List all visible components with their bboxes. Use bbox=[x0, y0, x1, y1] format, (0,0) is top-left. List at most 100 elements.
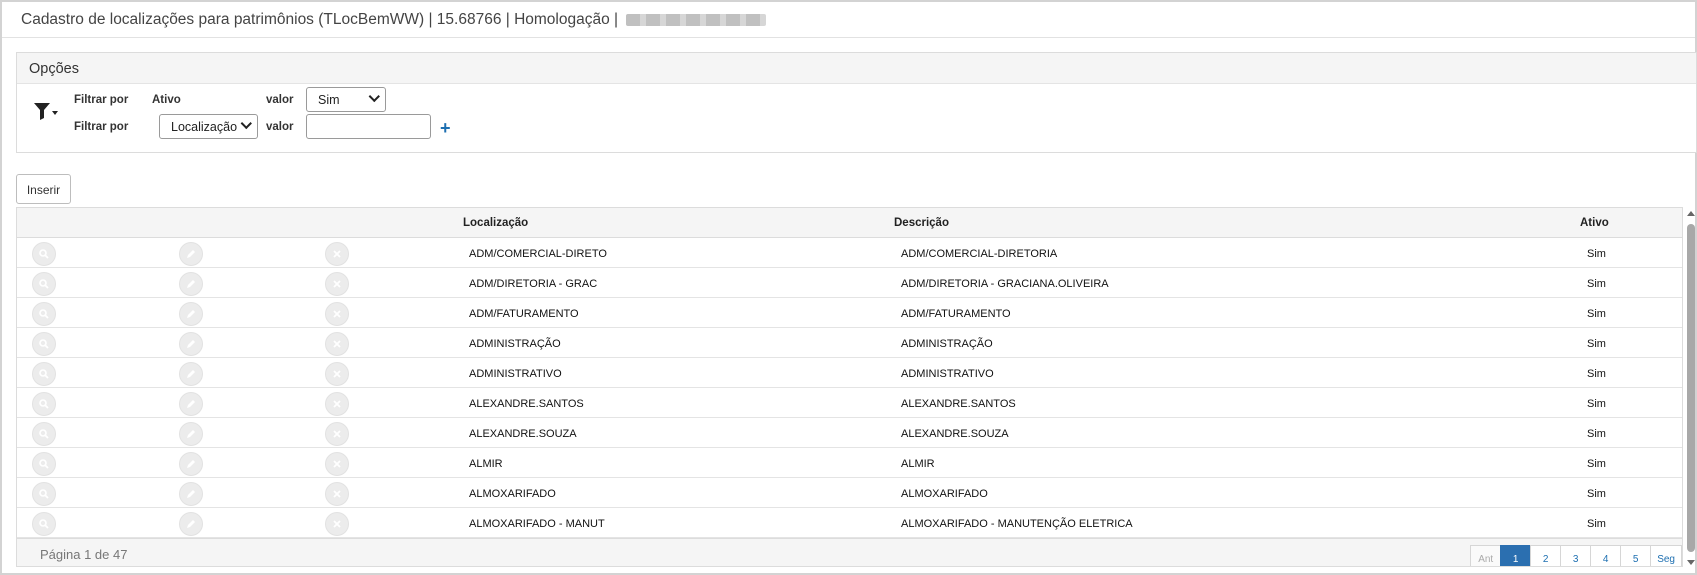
edit-icon[interactable] bbox=[179, 272, 203, 296]
cell-ativo: Sim bbox=[1587, 308, 1606, 320]
view-icon[interactable] bbox=[32, 392, 56, 416]
table-row[interactable]: ADM/COMERCIAL-DIRETO ADM/COMERCIAL-DIRETO… bbox=[17, 238, 1682, 268]
value-label: valor bbox=[266, 94, 294, 106]
options-header[interactable]: Opções bbox=[17, 53, 1696, 84]
column-header-localizacao[interactable]: Localização bbox=[463, 217, 528, 229]
filter-field-select[interactable]: Localização bbox=[159, 114, 258, 139]
pagination: Ant 1 2 3 4 5 Seg bbox=[1470, 545, 1682, 566]
edit-icon[interactable] bbox=[179, 302, 203, 326]
table-row[interactable]: ADM/DIRETORIA - GRAC ADM/DIRETORIA - GRAC… bbox=[17, 268, 1682, 298]
delete-icon[interactable] bbox=[325, 482, 349, 506]
filter-value-input[interactable] bbox=[306, 114, 431, 139]
edit-icon[interactable] bbox=[179, 482, 203, 506]
cell-localizacao: ADMINISTRATIVO bbox=[469, 368, 562, 380]
value-label: valor bbox=[266, 121, 294, 133]
vertical-scrollbar[interactable] bbox=[1685, 208, 1697, 568]
page-button-5[interactable]: 5 bbox=[1620, 545, 1652, 566]
view-icon[interactable] bbox=[32, 452, 56, 476]
table-row[interactable]: ADMINISTRAÇÃO ADMINISTRAÇÃO Sim bbox=[17, 328, 1682, 358]
cell-descricao: ALMOXARIFADO - MANUTENÇÃO ELETRICA bbox=[901, 518, 1133, 530]
cell-descricao: ADMINISTRATIVO bbox=[901, 368, 994, 380]
table-row[interactable]: ALMIR ALMIR Sim bbox=[17, 448, 1682, 478]
page-button-3[interactable]: 3 bbox=[1560, 545, 1592, 566]
edit-icon[interactable] bbox=[179, 332, 203, 356]
delete-icon[interactable] bbox=[325, 392, 349, 416]
page-button-2[interactable]: 2 bbox=[1530, 545, 1562, 566]
cell-ativo: Sim bbox=[1587, 278, 1606, 290]
plus-icon[interactable]: + bbox=[440, 118, 451, 139]
cell-localizacao: ADM/COMERCIAL-DIRETO bbox=[469, 248, 607, 260]
view-icon[interactable] bbox=[32, 272, 56, 296]
table-row[interactable]: ALMOXARIFADO ALMOXARIFADO Sim bbox=[17, 478, 1682, 508]
delete-icon[interactable] bbox=[325, 452, 349, 476]
view-icon[interactable] bbox=[32, 482, 56, 506]
table-row[interactable]: ADM/FATURAMENTO ADM/FATURAMENTO Sim bbox=[17, 298, 1682, 328]
view-icon[interactable] bbox=[32, 362, 56, 386]
cell-localizacao: ADM/DIRETORIA - GRAC bbox=[469, 278, 598, 290]
edit-icon[interactable] bbox=[179, 512, 203, 536]
cell-ativo: Sim bbox=[1587, 338, 1606, 350]
cell-localizacao: ALMOXARIFADO bbox=[469, 488, 556, 500]
cell-descricao: ADM/FATURAMENTO bbox=[901, 308, 1011, 320]
data-grid: Localização Descrição Ativo ADM/COMERCIA… bbox=[16, 207, 1683, 567]
redacted-text bbox=[626, 13, 767, 26]
filter-row-1: Filtrar por Ativo valor Sim bbox=[74, 87, 386, 113]
delete-icon[interactable] bbox=[325, 332, 349, 356]
edit-icon[interactable] bbox=[179, 452, 203, 476]
chevron-down-icon bbox=[240, 117, 252, 130]
delete-icon[interactable] bbox=[325, 242, 349, 266]
scroll-down-icon[interactable] bbox=[1687, 560, 1695, 565]
view-icon[interactable] bbox=[32, 242, 56, 266]
delete-icon[interactable] bbox=[325, 272, 349, 296]
cell-ativo: Sim bbox=[1587, 458, 1606, 470]
chevron-down-icon bbox=[368, 90, 380, 103]
cell-localizacao: ALMIR bbox=[469, 458, 503, 470]
filter-row-2: Filtrar por Localização valor + bbox=[74, 114, 474, 140]
insert-button[interactable]: Inserir bbox=[16, 174, 71, 204]
delete-icon[interactable] bbox=[325, 302, 349, 326]
edit-icon[interactable] bbox=[179, 242, 203, 266]
view-icon[interactable] bbox=[32, 302, 56, 326]
prev-page-button[interactable]: Ant bbox=[1470, 545, 1502, 566]
options-panel: Opções Filtrar por Ativo valor Sim Filtr… bbox=[16, 52, 1697, 153]
table-row[interactable]: ALMOXARIFADO - MANUT ALMOXARIFADO - MANUT… bbox=[17, 508, 1682, 538]
cell-ativo: Sim bbox=[1587, 428, 1606, 440]
table-row[interactable]: ALEXANDRE.SOUZA ALEXANDRE.SOUZA Sim bbox=[17, 418, 1682, 448]
edit-icon[interactable] bbox=[179, 422, 203, 446]
cell-ativo: Sim bbox=[1587, 488, 1606, 500]
next-page-button[interactable]: Seg bbox=[1650, 545, 1682, 566]
page-button-1[interactable]: 1 bbox=[1500, 545, 1532, 566]
view-icon[interactable] bbox=[32, 422, 56, 446]
cell-descricao: ALEXANDRE.SANTOS bbox=[901, 398, 1016, 410]
scroll-thumb[interactable] bbox=[1687, 224, 1695, 552]
delete-icon[interactable] bbox=[325, 512, 349, 536]
cell-ativo: Sim bbox=[1587, 248, 1606, 260]
cell-ativo: Sim bbox=[1587, 368, 1606, 380]
delete-icon[interactable] bbox=[325, 362, 349, 386]
cell-ativo: Sim bbox=[1587, 518, 1606, 530]
scroll-up-icon[interactable] bbox=[1687, 211, 1695, 216]
page-info: Página 1 de 47 bbox=[40, 547, 128, 562]
table-row[interactable]: ALEXANDRE.SANTOS ALEXANDRE.SANTOS Sim bbox=[17, 388, 1682, 418]
delete-icon[interactable] bbox=[325, 422, 349, 446]
cell-descricao: ALMOXARIFADO bbox=[901, 488, 988, 500]
filter-icon[interactable] bbox=[33, 101, 59, 121]
ativo-value-select[interactable]: Sim bbox=[306, 87, 386, 112]
page-button-4[interactable]: 4 bbox=[1590, 545, 1622, 566]
cell-descricao: ALEXANDRE.SOUZA bbox=[901, 428, 1009, 440]
window-title-bar: Cadastro de localizações para patrimônio… bbox=[2, 2, 1695, 38]
view-icon[interactable] bbox=[32, 512, 56, 536]
view-icon[interactable] bbox=[32, 332, 56, 356]
table-row[interactable]: ADMINISTRATIVO ADMINISTRATIVO Sim bbox=[17, 358, 1682, 388]
window-title: Cadastro de localizações para patrimônio… bbox=[21, 11, 619, 28]
cell-descricao: ADMINISTRAÇÃO bbox=[901, 338, 993, 350]
column-header-ativo[interactable]: Ativo bbox=[1580, 217, 1609, 229]
cell-localizacao: ADM/FATURAMENTO bbox=[469, 308, 579, 320]
edit-icon[interactable] bbox=[179, 362, 203, 386]
column-header-descricao[interactable]: Descrição bbox=[894, 217, 949, 229]
edit-icon[interactable] bbox=[179, 392, 203, 416]
cell-descricao: ALMIR bbox=[901, 458, 935, 470]
filter-field-ativo: Ativo bbox=[152, 94, 181, 106]
filter-label: Filtrar por bbox=[74, 94, 129, 106]
grid-footer: Página 1 de 47 Ant 1 2 3 4 5 Seg bbox=[17, 538, 1682, 566]
